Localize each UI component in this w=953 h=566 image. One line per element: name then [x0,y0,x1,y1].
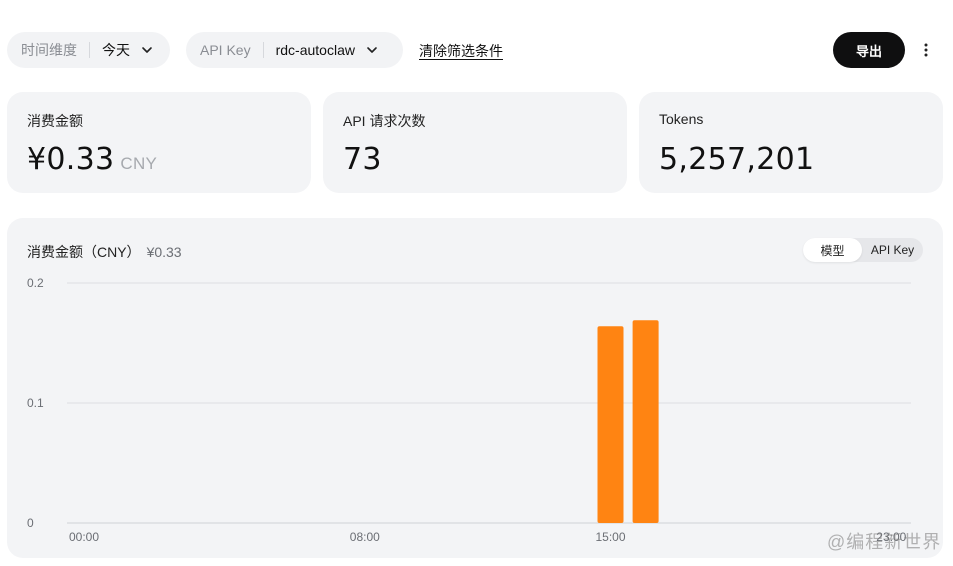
chevron-down-icon [142,47,152,53]
time-dimension-label: 时间维度 [21,42,77,58]
cost-card-title: 消费金额 [27,113,83,129]
more-options-icon[interactable] [914,38,938,62]
cost-card: 消费金额 ¥0.33 CNY [7,92,311,193]
requests-card-value: 73 [343,142,382,177]
api-key-filter[interactable]: API Key rdc-autoclaw [186,32,403,68]
toolbar: 时间维度 今天 API Key rdc-autoclaw 清除筛选条件 导出 [0,0,953,92]
clear-filters-link[interactable]: 清除筛选条件 [419,41,503,61]
y-tick-label: 0.1 [27,396,44,410]
tokens-card-title: Tokens [659,111,704,127]
cost-unit: CNY [120,154,158,173]
y-tick-label: 0 [27,516,34,530]
x-tick-label: 15:00 [595,530,625,544]
api-key-filter-label: API Key [200,42,251,58]
bar [597,326,624,523]
watermark: @编程新世界 [827,532,942,552]
api-key-filter-value: rdc-autoclaw [275,42,355,58]
requests-card-title: API 请求次数 [343,113,426,129]
bar [632,320,659,523]
chevron-down-icon [367,47,377,53]
cost-bar-chart: 0.20.1000:00 08:00 15:00 23:00 [27,276,911,544]
cost-card-value: ¥0.33 CNY [27,142,157,177]
requests-card: API 请求次数 73 [323,92,627,193]
y-tick-label: 0.2 [27,276,44,290]
x-tick-label: 08:00 [350,530,380,544]
tokens-card: Tokens 5,257,201 [639,92,943,193]
tokens-card-value: 5,257,201 [659,142,815,177]
cost-amount: ¥0.33 [27,142,115,177]
export-button[interactable]: 导出 [833,32,905,68]
cost-chart-panel: 消费金额（CNY） ¥0.33 模型 API Key 0.2 0.1 0 00:00 08… [7,218,943,558]
time-dimension-filter[interactable]: 时间维度 今天 [7,32,170,68]
x-tick-label: 00:00 [69,530,99,544]
time-dimension-value: 今天 [102,42,130,58]
